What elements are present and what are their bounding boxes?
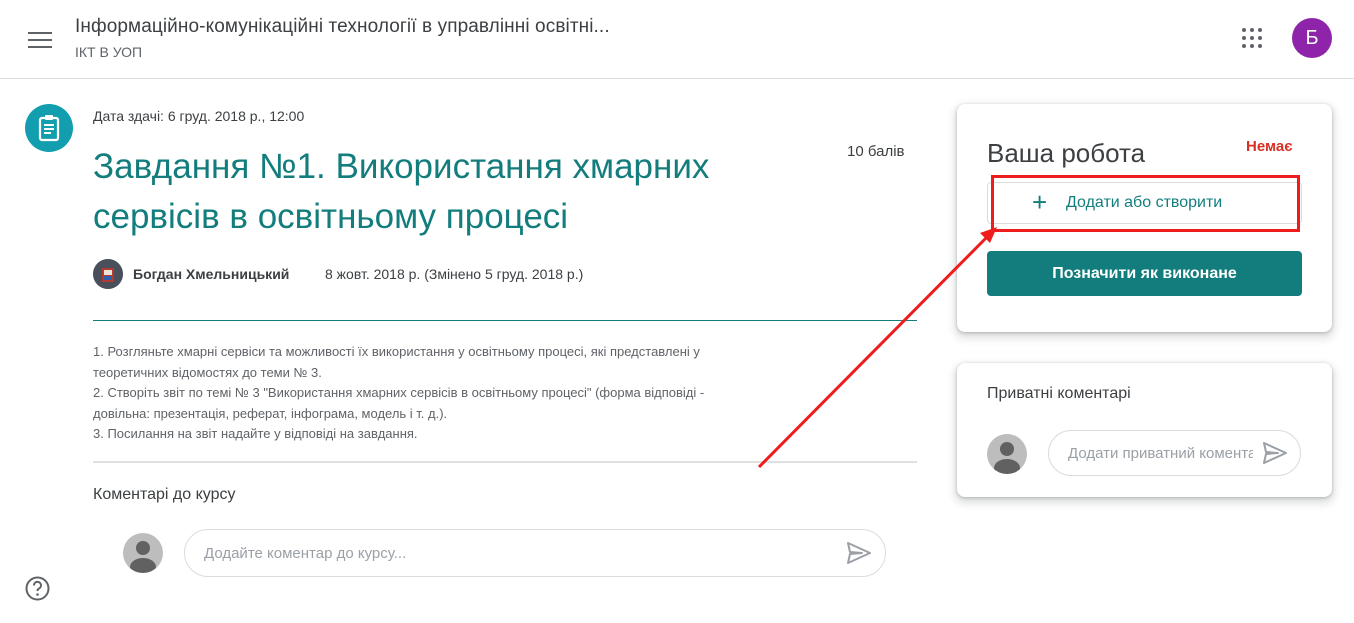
description-line: 3. Посилання на звіт надайте у відповіді… — [93, 426, 418, 441]
your-work-heading: Ваша робота — [987, 138, 1146, 168]
author-name: Богдан Хмельницький — [133, 266, 290, 282]
description-line: теоретичних відомостях до теми № 3. — [93, 364, 322, 380]
private-comment-field[interactable] — [1048, 430, 1301, 476]
mark-as-done-button[interactable]: Позначити як виконане — [987, 251, 1302, 296]
private-comments-card: Приватні коментарі — [957, 363, 1332, 497]
send-icon[interactable] — [1262, 441, 1288, 465]
add-or-create-button[interactable]: + Додати або створити — [987, 182, 1302, 224]
top-app-bar: Інформаційно-комунікаційні технології в … — [0, 0, 1354, 79]
private-comment-input[interactable] — [1068, 443, 1253, 463]
class-comment-field[interactable] — [184, 529, 886, 577]
apps-grid-icon[interactable] — [1236, 22, 1272, 58]
plus-icon: + — [1032, 187, 1048, 217]
assignment-description: 1. Розгляньте хмарні сервіси та можливос… — [93, 342, 853, 445]
points: 10 балів — [847, 143, 905, 160]
class-comments-heading: Коментарі до курсу — [93, 486, 236, 503]
course-title[interactable]: Інформаційно-комунікаційні технології в … — [75, 16, 610, 38]
help-icon[interactable] — [25, 576, 50, 601]
status-badge: Немає — [1246, 138, 1293, 155]
assignment-icon — [25, 104, 73, 152]
default-avatar-icon — [123, 533, 163, 573]
account-avatar[interactable]: Б — [1292, 18, 1332, 58]
description-line: 1. Розгляньте хмарні сервіси та можливос… — [93, 344, 700, 359]
default-avatar-icon — [987, 434, 1027, 474]
send-icon[interactable] — [846, 541, 872, 565]
class-comment-input[interactable] — [204, 543, 804, 563]
menu-icon[interactable] — [22, 22, 58, 58]
due-date: Дата здачі: 6 груд. 2018 р., 12:00 — [93, 108, 305, 124]
post-date: 8 жовт. 2018 р. (Змінено 5 груд. 2018 р.… — [325, 266, 584, 282]
divider — [93, 461, 917, 463]
divider — [93, 320, 917, 321]
course-subtitle: ІКТ В УОП — [75, 44, 143, 60]
assignment-title: Завдання №1. Використання хмарних сервіс… — [93, 147, 710, 236]
description-line: 2. Створіть звіт по темі № 3 "Використан… — [93, 385, 705, 400]
description-line: довільна: презентація, реферат, інфограм… — [93, 405, 448, 421]
your-work-card: Ваша робота Немає + Додати або створити … — [957, 104, 1332, 332]
add-or-create-label: Додати або створити — [1066, 194, 1223, 211]
private-comments-heading: Приватні коментарі — [987, 385, 1131, 402]
author-avatar — [93, 259, 123, 289]
